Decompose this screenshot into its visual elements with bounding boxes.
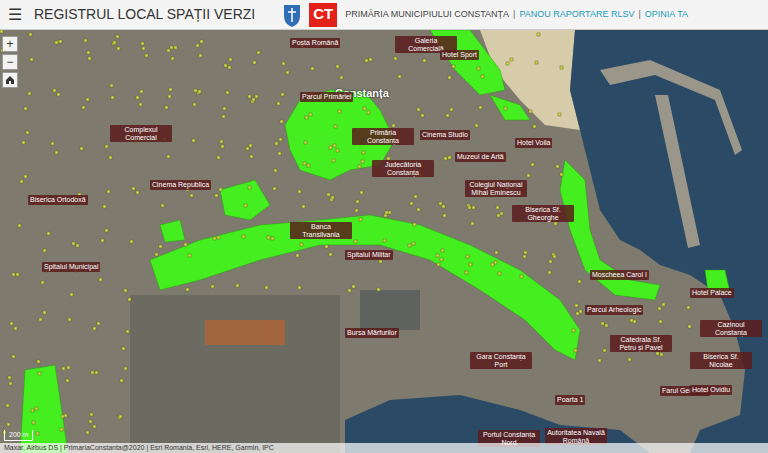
map-controls: +− (2, 36, 18, 88)
separator: | (638, 8, 640, 22)
map-label[interactable]: Primăria Constanța (352, 128, 414, 145)
menu-button[interactable]: ☰ (4, 7, 26, 23)
map[interactable]: ConstanțaPoșta RomânăGaleria ComercialăH… (0, 30, 768, 453)
map-label[interactable]: Cinema Studio (420, 130, 470, 140)
map-label[interactable]: Judecătoria Constanța (372, 160, 434, 177)
map-label[interactable]: Muzeul de Artă (455, 152, 506, 162)
map-label[interactable]: Parcul Primăriei (300, 92, 353, 102)
coat-of-arms-icon (283, 2, 301, 28)
map-label[interactable]: Poșta Română (290, 38, 340, 48)
map-label[interactable]: Gara Constanța Port (470, 352, 532, 369)
home-button[interactable] (2, 72, 18, 88)
map-label[interactable]: Biserica Sf. Gheorghe (512, 205, 574, 222)
scale-bar: 200 m (4, 430, 33, 442)
header-link: PRIMĂRIA MUNICIPIULUI CONSTANȚA (345, 8, 509, 22)
header-link[interactable]: PANOU RAPORTARE RLSV (519, 8, 634, 22)
app: ☰ REGISTRUL LOCAL SPAȚII VERZI CT PRIMĂRIA … (0, 0, 768, 453)
map-label[interactable]: Banca Transilvania (290, 222, 352, 239)
separator: | (513, 8, 515, 22)
app-title: REGISTRUL LOCAL SPAȚII VERZI (34, 4, 255, 25)
map-label[interactable]: Hotel Sport (440, 50, 479, 60)
attribution: Maxar, Airbus DS | PrimariaConstanta@202… (0, 443, 768, 453)
zoom-button[interactable]: − (2, 54, 18, 70)
map-label[interactable]: Cazinoul Constanța (700, 320, 762, 337)
ct-logo: CT (309, 3, 337, 27)
zoom-button[interactable]: + (2, 36, 18, 52)
home-icon (5, 75, 15, 85)
map-label[interactable]: Catedrala Sf. Petru și Pavel (610, 335, 672, 352)
map-label[interactable]: Colegiul Național Mihai Eminescu (465, 180, 527, 197)
map-label[interactable]: Poarta 1 (555, 395, 585, 405)
map-label[interactable]: Bursa Mărfurilor (345, 328, 399, 338)
map-label[interactable]: Biserica Sf. Nicolae (690, 352, 752, 369)
map-label[interactable]: Moscheea Carol I (590, 270, 649, 280)
map-label[interactable]: Spitalul Municipal (42, 262, 100, 272)
map-label[interactable]: Complexul Comercial (110, 125, 172, 142)
header: ☰ REGISTRUL LOCAL SPAȚII VERZI CT PRIMĂRIA … (0, 0, 768, 30)
map-label[interactable]: Parcul Arheologic (585, 305, 643, 315)
map-label[interactable]: Cinema Republica (150, 180, 211, 190)
map-label[interactable]: Hotel Palace (690, 288, 734, 298)
map-label[interactable]: Biserica Ortodoxă (28, 195, 88, 205)
map-label[interactable]: Hotel Voila (515, 138, 552, 148)
map-label[interactable]: Hotel Ovidiu (690, 385, 732, 395)
header-links: PRIMĂRIA MUNICIPIULUI CONSTANȚA | PANOU RA… (345, 8, 688, 22)
map-label[interactable]: Spitalul Militar (345, 250, 393, 260)
header-link[interactable]: OPINIA TA (645, 8, 688, 22)
